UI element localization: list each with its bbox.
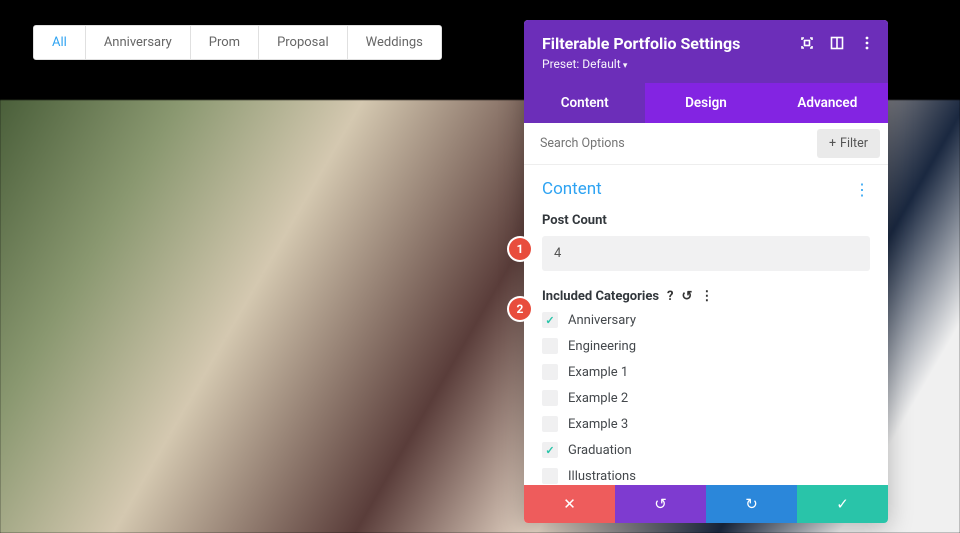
search-input[interactable] — [524, 125, 817, 162]
filter-button-label: Filter — [840, 136, 868, 151]
filter-button[interactable]: + Filter — [817, 129, 880, 158]
checkbox-icon — [542, 338, 558, 354]
panel-body: Content ⋮ Post Count Included Categories… — [524, 165, 888, 485]
post-count-label: Post Count — [542, 213, 870, 228]
category-label: Illustrations — [568, 469, 636, 484]
post-count-input[interactable] — [542, 236, 870, 271]
panel-search-row: + Filter — [524, 123, 888, 165]
field-more-icon[interactable]: ⋮ — [700, 289, 713, 304]
panel-action-bar: ✕ ↺ ↻ ✓ — [524, 485, 888, 523]
redo-button[interactable]: ↻ — [706, 485, 797, 523]
category-item-example-3[interactable]: Example 3 — [542, 416, 870, 432]
category-label: Example 2 — [568, 391, 628, 406]
panel-tabs: Content Design Advanced — [524, 83, 888, 123]
check-icon: ✓ — [836, 495, 849, 513]
close-icon: ✕ — [563, 495, 576, 513]
panel-header: Filterable Portfolio Settings Preset: De… — [524, 20, 888, 83]
undo-icon: ↺ — [654, 495, 667, 513]
included-categories-text: Included Categories — [542, 289, 659, 304]
callout-badge-2: 2 — [509, 298, 531, 320]
redo-icon: ↻ — [745, 495, 758, 513]
checkbox-icon — [542, 442, 558, 458]
category-label: Example 1 — [568, 365, 628, 380]
reset-icon[interactable]: ↺ — [682, 289, 693, 304]
layout-icon[interactable] — [830, 36, 844, 50]
filter-tab-prom[interactable]: Prom — [191, 26, 259, 59]
portfolio-filter-tabs: All Anniversary Prom Proposal Weddings — [33, 25, 442, 60]
category-label: Graduation — [568, 443, 632, 458]
help-icon[interactable]: ? — [667, 289, 673, 304]
category-label: Anniversary — [568, 313, 636, 328]
included-categories-label: Included Categories ? ↺ ⋮ — [542, 289, 870, 304]
checkbox-icon — [542, 468, 558, 484]
cancel-button[interactable]: ✕ — [524, 485, 615, 523]
checkbox-icon — [542, 416, 558, 432]
callout-badge-1: 1 — [509, 238, 531, 260]
category-item-engineering[interactable]: Engineering — [542, 338, 870, 354]
checkbox-icon — [542, 364, 558, 380]
tab-content[interactable]: Content — [524, 83, 645, 123]
section-title-content: Content — [542, 179, 602, 199]
section-menu-icon[interactable]: ⋮ — [854, 180, 870, 199]
category-item-anniversary[interactable]: Anniversary — [542, 312, 870, 328]
category-label: Engineering — [568, 339, 636, 354]
checkbox-icon — [542, 390, 558, 406]
filter-tab-weddings[interactable]: Weddings — [348, 26, 441, 59]
category-label: Example 3 — [568, 417, 628, 432]
more-icon[interactable] — [860, 36, 874, 50]
filter-tab-anniversary[interactable]: Anniversary — [86, 26, 191, 59]
expand-icon[interactable] — [800, 36, 814, 50]
category-item-illustrations[interactable]: Illustrations — [542, 468, 870, 484]
category-list: Anniversary Engineering Example 1 Exampl… — [542, 312, 870, 484]
confirm-button[interactable]: ✓ — [797, 485, 888, 523]
tab-design[interactable]: Design — [645, 83, 766, 123]
filter-tab-all[interactable]: All — [34, 26, 86, 59]
filter-tab-proposal[interactable]: Proposal — [259, 26, 348, 59]
checkbox-icon — [542, 312, 558, 328]
tab-advanced[interactable]: Advanced — [767, 83, 888, 123]
plus-icon: + — [829, 136, 836, 151]
undo-button[interactable]: ↺ — [615, 485, 706, 523]
preset-dropdown[interactable]: Preset: Default — [542, 57, 870, 71]
category-item-example-1[interactable]: Example 1 — [542, 364, 870, 380]
category-item-example-2[interactable]: Example 2 — [542, 390, 870, 406]
category-item-graduation[interactable]: Graduation — [542, 442, 870, 458]
settings-panel: Filterable Portfolio Settings Preset: De… — [524, 20, 888, 523]
